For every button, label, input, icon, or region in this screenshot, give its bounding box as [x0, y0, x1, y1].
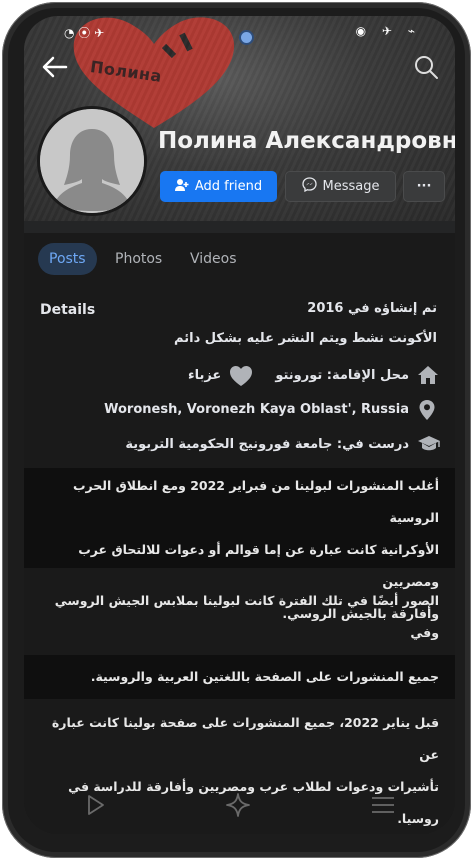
profile-name: Полина Александровна	[158, 128, 455, 154]
note-block-3: جميع المنشورات على الصفحة باللغتين العرب…	[24, 655, 455, 699]
status-left: ◔ ⦿ ✈	[64, 26, 105, 40]
education-text: درست في: جامعة فورونيج الحكومية التربوية	[125, 436, 409, 452]
graduation-cap-icon	[417, 434, 440, 454]
menu-icon[interactable]	[370, 795, 396, 819]
tab-photos[interactable]: Photos	[104, 243, 173, 275]
note-line: جميع المنشورات على الصفحة باللغتين العرب…	[90, 669, 439, 684]
residence-row: عزباء محل الإقامة: تورونتو	[187, 365, 438, 386]
section-divider	[24, 221, 455, 233]
add-friend-icon	[174, 178, 189, 196]
details-label: Details	[40, 302, 96, 318]
screen: Полина ◔ ⦿ ✈ ◉ ✈ ⌁ Полина Александровна …	[24, 16, 455, 834]
status-right: ◉ ✈ ⌁	[355, 24, 421, 38]
cover-heart-text: Полина	[89, 57, 164, 86]
message-button[interactable]: Message	[285, 171, 396, 202]
active-row: الأكونت نشط ويتم النشر عليه بشكل دائم	[174, 331, 437, 346]
details-section: Details تم إنشاؤه في 2016 الأكونت نشط وي…	[24, 289, 455, 834]
location-pin-icon	[417, 399, 437, 420]
tab-videos[interactable]: Videos	[179, 243, 248, 275]
education-row: درست في: جامعة فورونيج الحكومية التربوية	[125, 434, 440, 454]
bottom-navbar	[24, 780, 455, 834]
camera-dot	[241, 32, 252, 43]
add-friend-button[interactable]: Add friend	[160, 171, 277, 202]
relationship-text: عزباء	[187, 367, 222, 383]
location-row: Woronesh, Voronezh Kaya Oblast', Russia	[104, 399, 437, 420]
note-line: الصور أيضًا في تلك الفترة كانت لبولينا ب…	[54, 593, 439, 640]
avatar[interactable]	[37, 106, 147, 216]
active-text: الأكونت نشط ويتم النشر عليه بشكل دائم	[174, 331, 437, 346]
note-block-2: الصور أيضًا في تلك الفترة كانت لبولينا ب…	[24, 585, 455, 672]
note-block-1: أغلب المنشورات لبولينا من فبراير 2022 وم…	[24, 468, 455, 621]
note-block-4: قبل يناير 2022، جميع المنشورات على صفحة …	[24, 707, 455, 826]
heart-icon	[229, 365, 253, 386]
note-line: أغلب المنشورات لبولينا من فبراير 2022 وم…	[72, 478, 439, 525]
search-icon[interactable]	[409, 50, 443, 84]
joined-row: تم إنشاؤه في 2016	[307, 301, 437, 316]
play-icon[interactable]	[83, 793, 107, 821]
residence-text: محل الإقامة: تورونتو	[275, 367, 409, 383]
sparkle-icon[interactable]	[225, 792, 251, 822]
home-icon	[417, 365, 438, 385]
messenger-icon	[301, 177, 317, 196]
note-line: قبل يناير 2022، جميع المنشورات على صفحة …	[51, 715, 439, 762]
joined-text: تم إنشاؤه في 2016	[307, 301, 437, 316]
location-text: Woronesh, Voronezh Kaya Oblast', Russia	[104, 401, 409, 417]
message-label: Message	[322, 179, 380, 194]
back-arrow-icon[interactable]	[38, 50, 72, 84]
more-button[interactable]: ···	[403, 171, 445, 202]
profile-tabs: Posts Photos Videos	[24, 233, 455, 289]
tab-posts[interactable]: Posts	[38, 243, 97, 275]
add-friend-label: Add friend	[194, 179, 263, 194]
status-bar: ◔ ⦿ ✈ ◉ ✈ ⌁	[24, 16, 455, 46]
